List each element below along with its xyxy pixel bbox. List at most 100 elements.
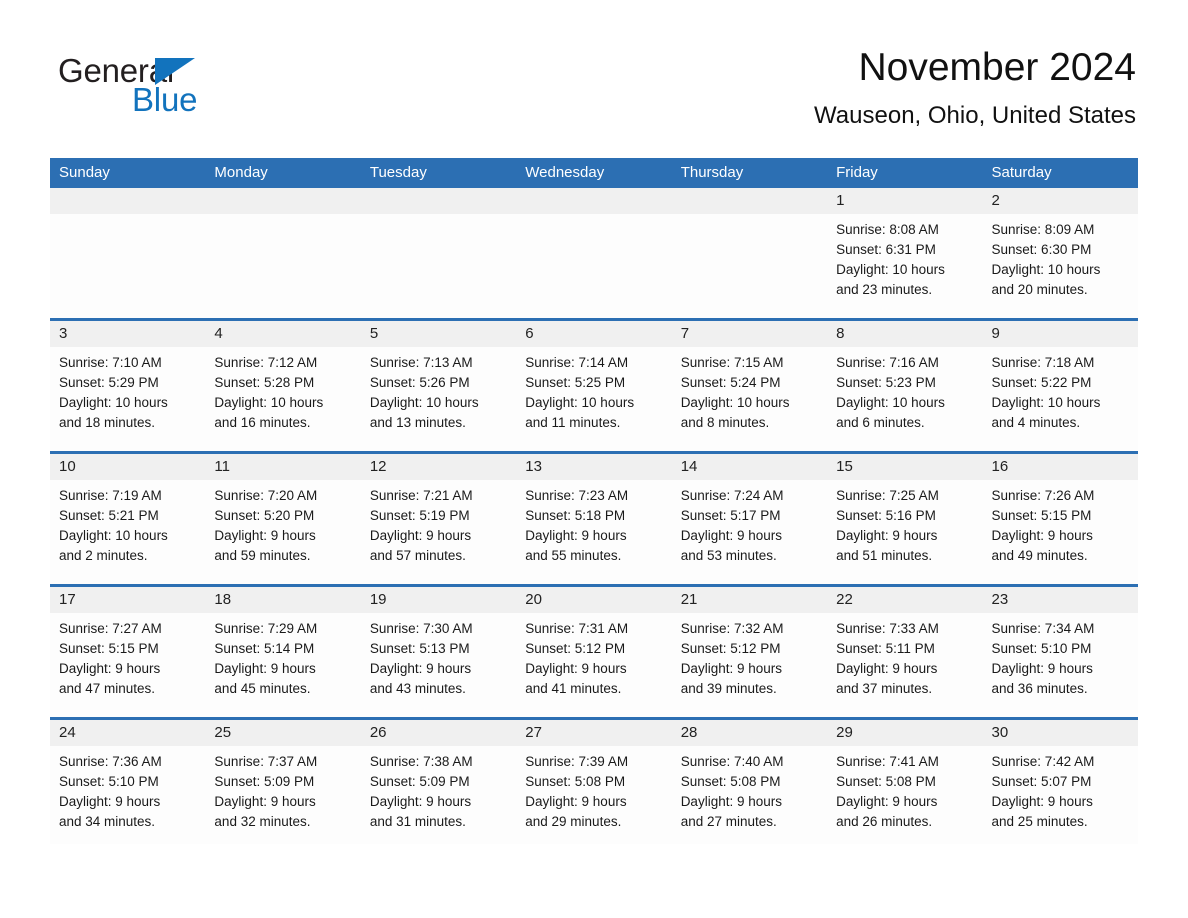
day-number-band: 20 — [516, 587, 672, 613]
calendar-week-row: 17 Sunrise: 7:27 AM Sunset: 5:15 PM Dayligh… — [50, 584, 1138, 717]
day-details — [205, 214, 360, 318]
day-number-band: 2 — [982, 188, 1138, 214]
calendar-day-cell[interactable]: 1 Sunrise: 8:08 AM Sunset: 6:31 PM Daylight… — [827, 188, 983, 318]
day-details: Sunrise: 7:38 AM Sunset: 5:09 PM Daylight:… — [361, 746, 516, 844]
weekday-header-monday: Monday — [214, 164, 268, 181]
calendar-day-cell-empty — [205, 188, 361, 318]
calendar-day-cell[interactable]: 7 Sunrise: 7:15 AM Sunset: 5:24 PM Daylight… — [671, 321, 828, 451]
calendar-day-cell[interactable]: 26 Sunrise: 7:38 AM Sunset: 5:09 PM Dayligh… — [360, 720, 517, 844]
calendar-week-row: 10 Sunrise: 7:19 AM Sunset: 5:21 PM Dayligh… — [50, 451, 1138, 584]
day-info-line: Daylight: 9 hours — [59, 794, 161, 809]
calendar-day-cell[interactable]: 23 Sunrise: 7:34 AM Sunset: 5:10 PM Dayligh… — [982, 587, 1138, 717]
day-details: Sunrise: 7:41 AM Sunset: 5:08 PM Daylight:… — [827, 746, 982, 844]
general-blue-logo[interactable]: General Blue — [58, 52, 358, 120]
calendar-day-cell[interactable]: 17 Sunrise: 7:27 AM Sunset: 5:15 PM Dayligh… — [50, 587, 206, 717]
day-number-band: 13 — [516, 454, 672, 480]
day-info-line: Sunset: 5:09 PM — [214, 774, 315, 789]
calendar-day-cell[interactable]: 5 Sunrise: 7:13 AM Sunset: 5:26 PM Daylight… — [360, 321, 517, 451]
day-number-band — [360, 188, 517, 214]
day-number: 14 — [680, 458, 698, 475]
day-number-band: 18 — [205, 587, 361, 613]
calendar-day-cell[interactable]: 24 Sunrise: 7:36 AM Sunset: 5:10 PM Dayligh… — [50, 720, 206, 844]
day-details: Sunrise: 7:42 AM Sunset: 5:07 PM Daylight:… — [983, 746, 1138, 844]
day-details: Sunrise: 7:23 AM Sunset: 5:18 PM Daylight:… — [516, 480, 671, 584]
calendar-day-cell[interactable]: 12 Sunrise: 7:21 AM Sunset: 5:19 PM Dayligh… — [360, 454, 517, 584]
calendar-day-cell[interactable]: 25 Sunrise: 7:37 AM Sunset: 5:09 PM Dayligh… — [205, 720, 361, 844]
weekday-header-wednesday: Wednesday — [525, 164, 605, 181]
day-number: 11 — [214, 458, 230, 475]
day-number-band: 3 — [50, 321, 206, 347]
day-number: 8 — [836, 325, 845, 342]
calendar-day-cell[interactable]: 21 Sunrise: 7:32 AM Sunset: 5:12 PM Dayligh… — [671, 587, 828, 717]
day-info-line: and 29 minutes. — [525, 814, 622, 829]
day-details — [516, 214, 671, 318]
day-info-line: Sunrise: 7:36 AM — [59, 754, 162, 769]
day-number-band: 29 — [827, 720, 983, 746]
day-info-line: Sunrise: 7:29 AM — [214, 621, 318, 636]
day-number: 15 — [836, 458, 853, 475]
day-info-line: and 18 minutes. — [59, 415, 156, 430]
day-info-line: Daylight: 9 hours — [59, 661, 161, 676]
day-info-line: Sunrise: 7:30 AM — [369, 621, 473, 636]
day-info-line: Sunset: 5:15 PM — [991, 508, 1092, 523]
weekday-header-row: Sunday Monday Tuesday Wednesday Thursday Frid… — [50, 158, 1138, 188]
day-details: Sunrise: 7:37 AM Sunset: 5:09 PM Daylight:… — [205, 746, 360, 844]
day-info-line: Daylight: 9 hours — [680, 794, 782, 809]
calendar-day-cell[interactable]: 20 Sunrise: 7:31 AM Sunset: 5:12 PM Dayligh… — [516, 587, 672, 717]
page-subtitle: Wauseon, Ohio, United States — [814, 102, 1136, 129]
day-number-band: 22 — [827, 587, 983, 613]
day-info-line: and 26 minutes. — [836, 814, 933, 829]
day-details: Sunrise: 7:19 AM Sunset: 5:21 PM Daylight:… — [50, 480, 205, 584]
day-info-line: and 39 minutes. — [680, 681, 777, 696]
day-number-band: 5 — [360, 321, 517, 347]
day-info-line: and 27 minutes. — [680, 814, 777, 829]
day-info-line: Daylight: 10 hours — [59, 395, 168, 410]
day-info-line: and 34 minutes. — [59, 814, 156, 829]
day-number: 3 — [59, 325, 68, 342]
day-info-line: Sunrise: 7:37 AM — [214, 754, 318, 769]
day-info-line: and 51 minutes. — [836, 548, 933, 563]
calendar-day-cell[interactable]: 2 Sunrise: 8:09 AM Sunset: 6:30 PM Daylight… — [982, 188, 1138, 318]
day-info-line: Sunset: 5:16 PM — [836, 508, 936, 523]
calendar-day-cell[interactable]: 22 Sunrise: 7:33 AM Sunset: 5:11 PM Dayligh… — [827, 587, 983, 717]
day-number: 7 — [680, 325, 690, 342]
weekday-header-saturday: Saturday — [991, 164, 1052, 181]
calendar-day-cell-empty — [50, 188, 206, 318]
weekday-header-thursday: Thursday — [680, 164, 744, 181]
calendar-day-cell[interactable]: 11 Sunrise: 7:20 AM Sunset: 5:20 PM Dayligh… — [205, 454, 361, 584]
day-info-line: Sunrise: 7:41 AM — [836, 754, 939, 769]
calendar-day-cell[interactable]: 19 Sunrise: 7:30 AM Sunset: 5:13 PM Dayligh… — [360, 587, 517, 717]
calendar-day-cell[interactable]: 14 Sunrise: 7:24 AM Sunset: 5:17 PM Dayligh… — [671, 454, 828, 584]
calendar-day-cell[interactable]: 6 Sunrise: 7:14 AM Sunset: 5:25 PM Daylight… — [516, 321, 672, 451]
day-details: Sunrise: 7:30 AM Sunset: 5:13 PM Daylight:… — [361, 613, 516, 717]
day-info-line: Sunset: 5:19 PM — [369, 508, 470, 523]
calendar-day-cell[interactable]: 3 Sunrise: 7:10 AM Sunset: 5:29 PM Daylight… — [50, 321, 206, 451]
day-details — [361, 214, 516, 318]
day-info-line: Daylight: 9 hours — [214, 661, 316, 676]
calendar-day-cell[interactable]: 13 Sunrise: 7:23 AM Sunset: 5:18 PM Dayligh… — [516, 454, 672, 584]
day-number-band: 24 — [50, 720, 206, 746]
day-number: 22 — [836, 591, 853, 608]
calendar-day-cell[interactable]: 27 Sunrise: 7:39 AM Sunset: 5:08 PM Dayligh… — [516, 720, 672, 844]
day-number: 20 — [525, 591, 542, 608]
day-number: 18 — [214, 591, 232, 608]
day-info-line: Sunset: 5:25 PM — [525, 375, 626, 390]
day-info-line: Sunset: 5:17 PM — [680, 508, 781, 523]
calendar-day-cell[interactable]: 18 Sunrise: 7:29 AM Sunset: 5:14 PM Dayligh… — [205, 587, 361, 717]
calendar-day-cell[interactable]: 4 Sunrise: 7:12 AM Sunset: 5:28 PM Daylight… — [205, 321, 361, 451]
day-number-band: 26 — [360, 720, 517, 746]
day-number-band: 6 — [516, 321, 672, 347]
calendar-day-cell[interactable]: 15 Sunrise: 7:25 AM Sunset: 5:16 PM Dayligh… — [827, 454, 983, 584]
day-info-line: Daylight: 10 hours — [59, 528, 168, 543]
calendar-day-cell[interactable]: 30 Sunrise: 7:42 AM Sunset: 5:07 PM Dayligh… — [982, 720, 1138, 844]
calendar-day-cell[interactable]: 16 Sunrise: 7:26 AM Sunset: 5:15 PM Dayligh… — [982, 454, 1138, 584]
calendar-day-cell[interactable]: 9 Sunrise: 7:18 AM Sunset: 5:22 PM Daylight… — [982, 321, 1138, 451]
day-number: 17 — [59, 591, 76, 608]
calendar-day-cell[interactable]: 10 Sunrise: 7:19 AM Sunset: 5:21 PM Dayligh… — [50, 454, 206, 584]
day-info-line: Sunset: 6:31 PM — [836, 242, 936, 257]
calendar-day-cell[interactable]: 28 Sunrise: 7:40 AM Sunset: 5:08 PM Dayligh… — [671, 720, 828, 844]
calendar-day-cell[interactable]: 29 Sunrise: 7:41 AM Sunset: 5:08 PM Dayligh… — [827, 720, 983, 844]
day-number-band — [516, 188, 672, 214]
calendar-day-cell[interactable]: 8 Sunrise: 7:16 AM Sunset: 5:23 PM Daylight… — [827, 321, 983, 451]
day-info-line: Sunset: 5:15 PM — [59, 641, 159, 656]
